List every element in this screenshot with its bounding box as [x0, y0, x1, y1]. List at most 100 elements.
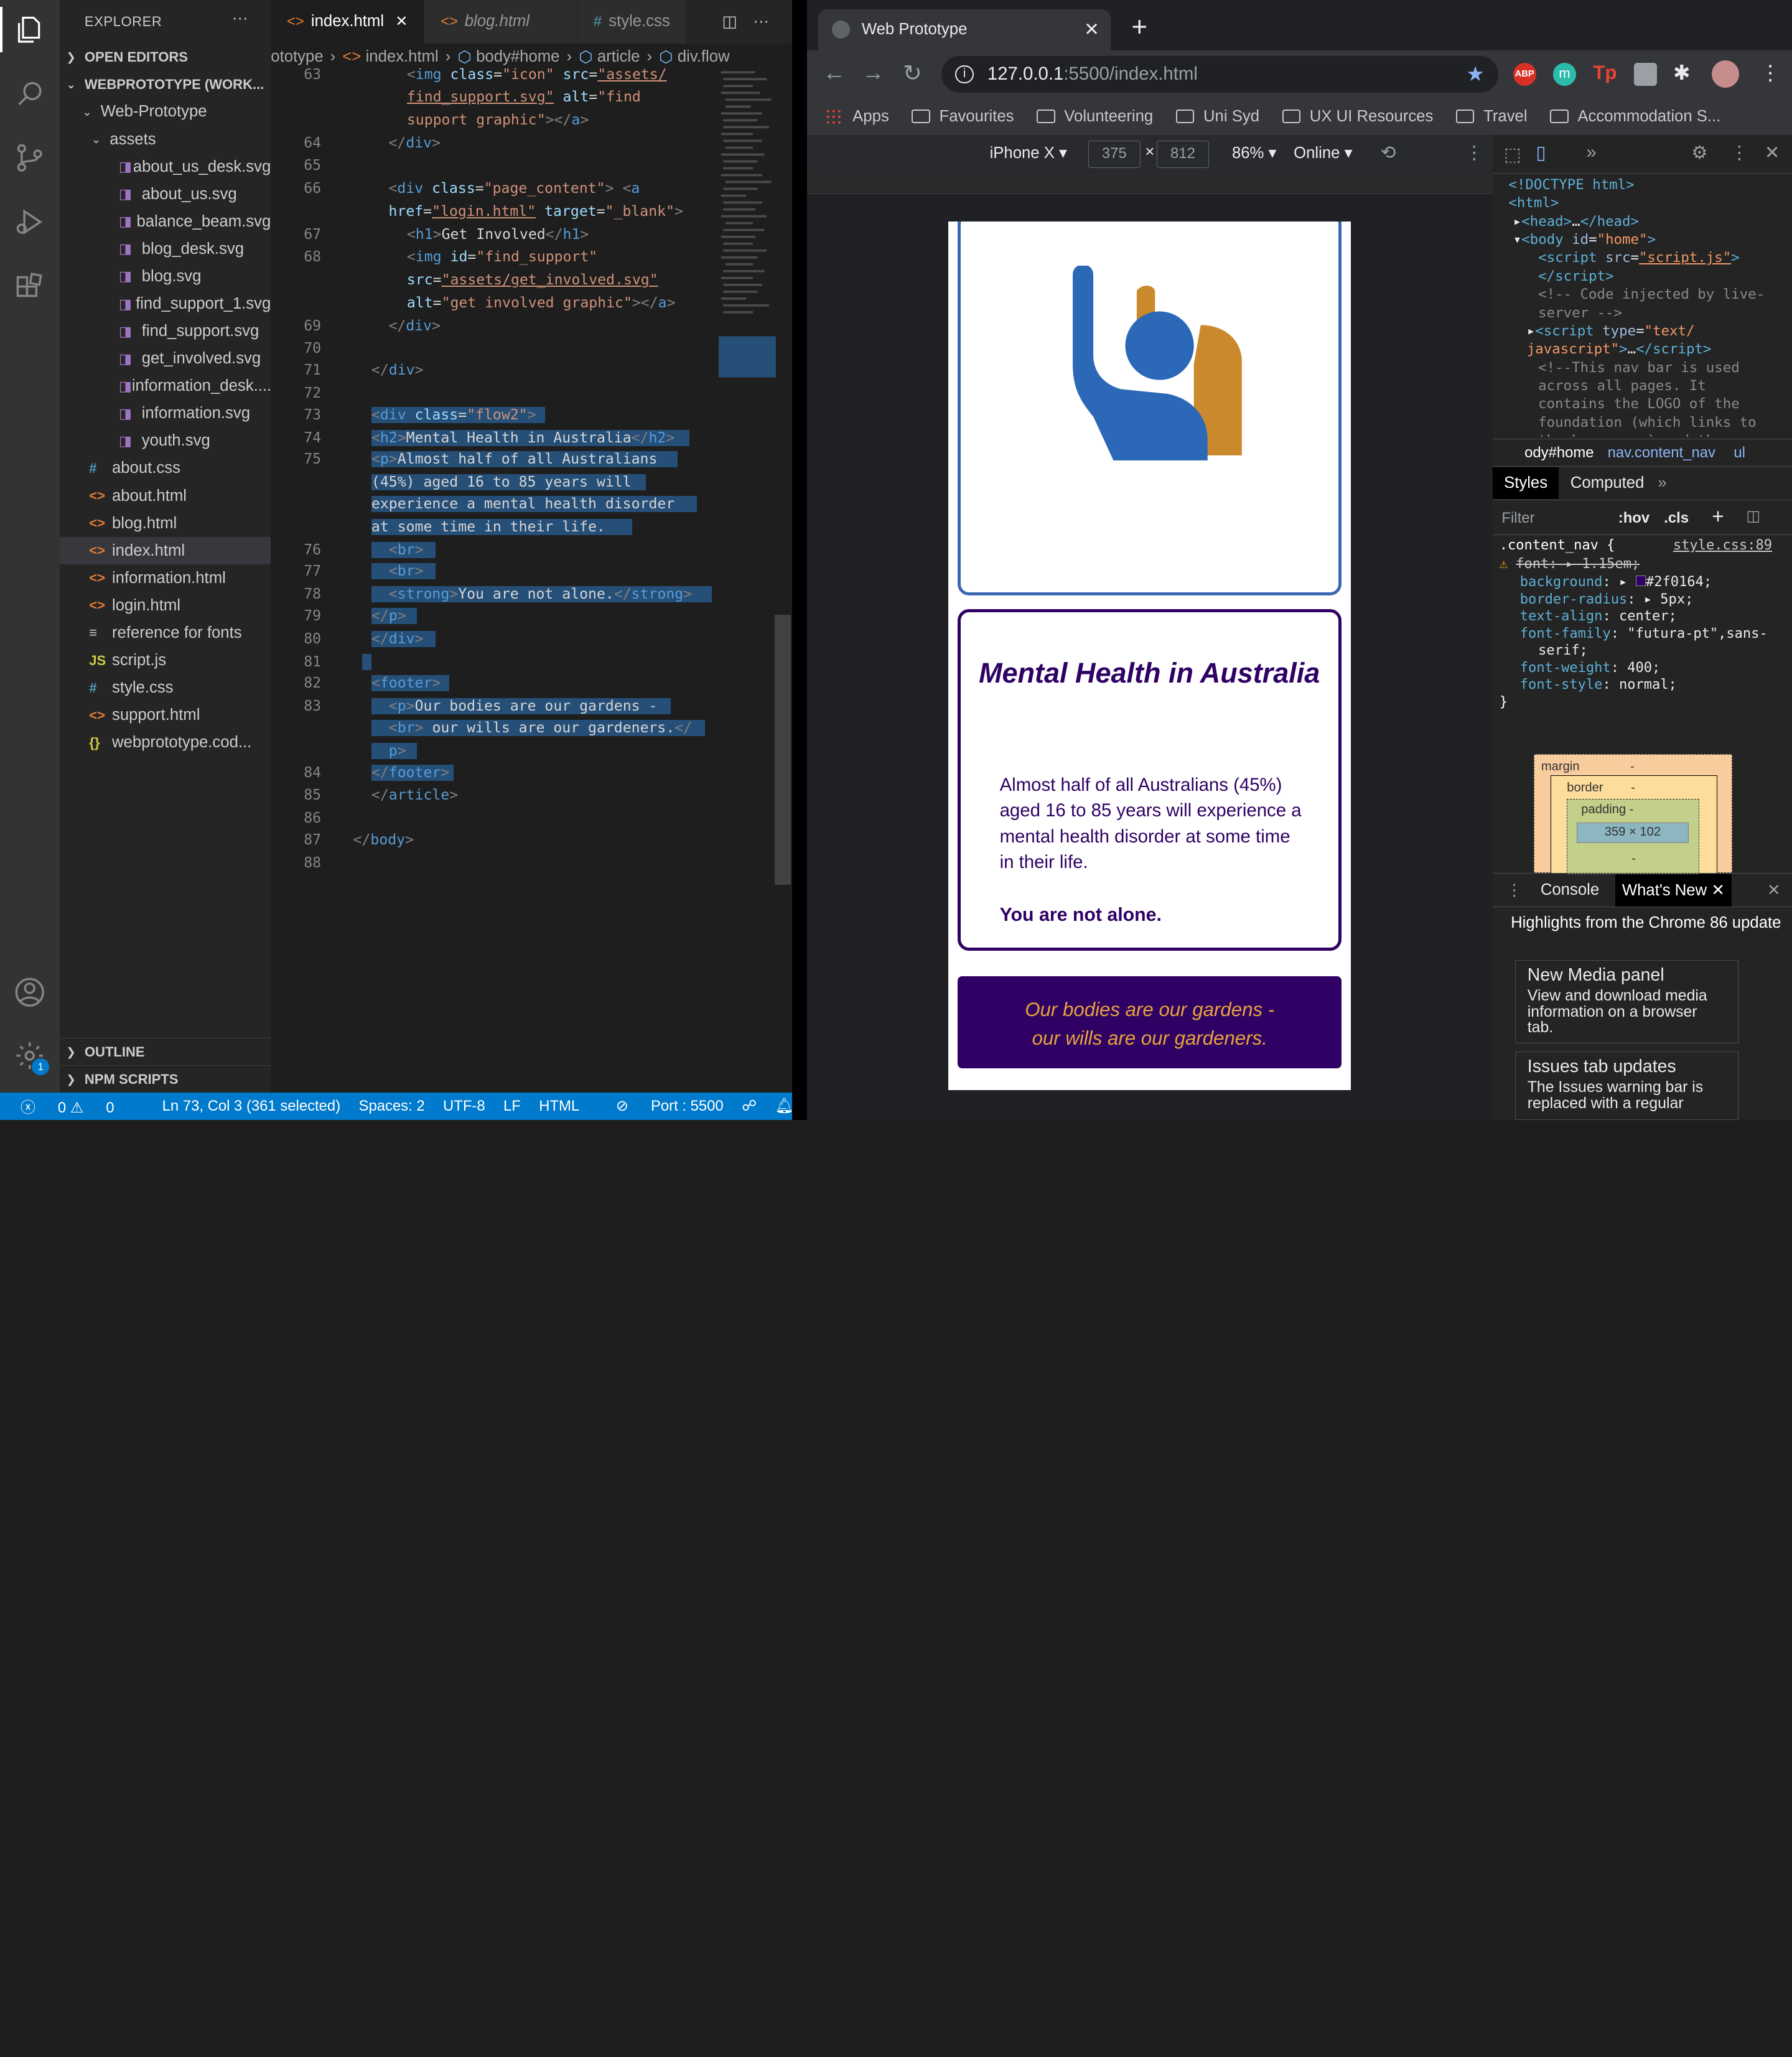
- inspect-element-icon[interactable]: ⬚: [1504, 144, 1521, 166]
- more-options-icon[interactable]: ⋮: [1730, 142, 1748, 164]
- device-select[interactable]: iPhone X ▾: [990, 144, 1067, 162]
- cls-toggle[interactable]: .cls: [1664, 510, 1689, 527]
- tree-item-file[interactable]: <> login.html: [60, 592, 271, 619]
- split-editor-icon[interactable]: ◫: [722, 12, 737, 31]
- tab-whats-new[interactable]: What's New ✕: [1615, 874, 1732, 907]
- bookmark-folder[interactable]: Volunteering: [1037, 108, 1153, 126]
- new-rule-plus-icon[interactable]: +: [1712, 505, 1724, 529]
- extension-icon[interactable]: [1634, 63, 1658, 86]
- height-input[interactable]: 812: [1156, 140, 1210, 168]
- close-tab-icon[interactable]: ✕: [1084, 19, 1099, 40]
- tab-computed[interactable]: Computed: [1570, 474, 1645, 492]
- tree-item-asset[interactable]: ◨ get_involved.svg: [60, 345, 271, 373]
- tp-extension-icon[interactable]: Tp: [1593, 62, 1617, 84]
- m-extension-icon[interactable]: m: [1553, 63, 1576, 86]
- bookmark-folder[interactable]: UX UI Resources: [1282, 108, 1433, 126]
- tab-index-html[interactable]: <> index.html ✕: [271, 0, 425, 44]
- close-drawer-icon[interactable]: ✕: [1767, 881, 1781, 900]
- workspace-section[interactable]: ⌄ WEBPROTOTYPE (WORK...: [60, 71, 271, 98]
- bookmark-apps[interactable]: Apps: [825, 108, 889, 126]
- elements-tree[interactable]: <!DOCTYPE html> <html> ▸<head>…</head> ▾…: [1493, 174, 1792, 437]
- tree-item-asset[interactable]: ◨ blog_desk.svg: [60, 235, 271, 263]
- back-arrow-icon[interactable]: ←: [823, 60, 846, 86]
- rule-source-link[interactable]: style.css:89: [1673, 537, 1772, 554]
- close-icon[interactable]: ✕: [1765, 142, 1780, 164]
- run-debug-icon[interactable]: [0, 194, 60, 249]
- tree-item-asset[interactable]: ◨ about_us_desk.svg: [60, 153, 271, 180]
- tab-style-css[interactable]: # style.css: [577, 0, 687, 44]
- width-input[interactable]: 375: [1088, 140, 1141, 168]
- live-server-port[interactable]: ⊘ Port : 5500: [598, 1097, 724, 1115]
- tab-blog-html[interactable]: <> blog.html: [424, 0, 578, 44]
- css-rules[interactable]: .content_nav { style.css:89 ⚠ font: ▸ 1.…: [1493, 537, 1792, 720]
- browser-menu-icon[interactable]: ⋮: [1760, 60, 1781, 85]
- toggle-sidebar-icon[interactable]: ◫: [1746, 507, 1760, 525]
- settings-gear-icon[interactable]: ⚙: [1691, 142, 1707, 164]
- bookmark-folder[interactable]: Favourites: [912, 108, 1014, 126]
- language-mode[interactable]: HTML: [539, 1098, 579, 1115]
- tree-item-asset[interactable]: ◨ balance_beam.svg: [60, 208, 271, 235]
- encoding[interactable]: UTF-8: [443, 1098, 485, 1115]
- adblock-extension-icon[interactable]: ABP: [1513, 63, 1536, 86]
- folder-web-prototype[interactable]: ⌄ Web-Prototype: [60, 98, 271, 126]
- network-select[interactable]: Online ▾: [1294, 144, 1352, 162]
- tree-item-file[interactable]: ≡ reference for fonts: [60, 619, 271, 646]
- tree-item-asset[interactable]: ◨ find_support_1.svg: [60, 290, 271, 317]
- address-bar[interactable]: i 127.0.0.1:5500/index.html ★: [941, 55, 1498, 93]
- tab-styles[interactable]: Styles: [1492, 467, 1559, 500]
- breadcrumb-item[interactable]: article: [597, 48, 640, 66]
- tab-console[interactable]: Console: [1541, 881, 1599, 899]
- more-options-icon[interactable]: ⋮: [1465, 142, 1483, 164]
- tree-item-asset[interactable]: ◨ information.svg: [60, 400, 271, 427]
- indentation[interactable]: Spaces: 2: [359, 1098, 425, 1115]
- bookmark-folder[interactable]: Travel: [1456, 108, 1528, 126]
- dom-crumb[interactable]: ody#home: [1524, 444, 1594, 462]
- info-icon[interactable]: i: [955, 65, 974, 84]
- bookmark-folder[interactable]: Uni Syd: [1175, 108, 1259, 126]
- filter-input[interactable]: Filter: [1501, 510, 1534, 527]
- whats-new-card[interactable]: Issues tab updates The Issues warning ba…: [1515, 1051, 1738, 1120]
- code-editor[interactable]: 63 64 65 66 67 68 69 70 71 72 73 74 75 76 77 78 79 80 81 82…: [271, 67, 719, 1095]
- more-tabs-icon[interactable]: »: [1586, 142, 1596, 163]
- open-editors-section[interactable]: ❯ OPEN EDITORS: [60, 44, 271, 71]
- whats-new-card[interactable]: New Media panel View and download media …: [1515, 959, 1738, 1044]
- more-tabs-icon[interactable]: »: [1658, 474, 1666, 492]
- outline-section[interactable]: ❯ OUTLINE: [59, 1037, 271, 1066]
- forward-arrow-icon[interactable]: →: [862, 60, 885, 86]
- cursor-position[interactable]: Ln 73, Col 3 (361 selected): [162, 1098, 341, 1115]
- problems-indicator[interactable]: ⓧ 0 ⚠ 0: [21, 1095, 114, 1117]
- tree-item-file[interactable]: JS script.js: [60, 647, 271, 674]
- new-tab-icon[interactable]: +: [1131, 13, 1147, 41]
- settings-gear-icon[interactable]: 1: [0, 1028, 60, 1083]
- extensions-icon[interactable]: [0, 261, 60, 315]
- notifications-bell-icon[interactable]: 🔔︎: [775, 1097, 794, 1115]
- dom-crumb[interactable]: ul: [1734, 444, 1745, 462]
- bookmark-folder[interactable]: Accommodation S...: [1550, 108, 1720, 126]
- rotate-icon[interactable]: ⟲: [1381, 142, 1396, 164]
- tree-item-file[interactable]: <> about.html: [60, 482, 271, 510]
- breadcrumb-item[interactable]: div.flow: [678, 48, 730, 66]
- zoom-select[interactable]: 86% ▾: [1232, 144, 1277, 162]
- tree-item-file[interactable]: <> index.html: [59, 537, 271, 565]
- breadcrumb-item[interactable]: index.html: [366, 48, 439, 66]
- browser-tab[interactable]: Web Prototype ✕: [818, 9, 1111, 50]
- npm-scripts-section[interactable]: ❯ NPM SCRIPTS: [59, 1065, 271, 1093]
- search-icon[interactable]: [0, 67, 60, 121]
- get-involved-card[interactable]: [958, 222, 1342, 595]
- tree-item-file[interactable]: # style.css: [60, 674, 271, 702]
- profile-avatar[interactable]: [1712, 60, 1740, 88]
- tree-item-asset[interactable]: ◨ about_us.svg: [60, 180, 271, 208]
- dom-crumb[interactable]: nav.content_nav: [1608, 444, 1715, 462]
- drawer-menu-icon[interactable]: ⋮: [1506, 881, 1523, 900]
- explorer-icon[interactable]: [0, 2, 60, 57]
- close-icon[interactable]: ✕: [395, 12, 408, 30]
- folder-assets[interactable]: ⌄ assets: [60, 126, 271, 153]
- tree-item-asset[interactable]: ◨ find_support.svg: [60, 318, 271, 345]
- account-icon[interactable]: [0, 964, 60, 1019]
- tree-item-asset[interactable]: ◨ information_desk....: [60, 373, 271, 400]
- breadcrumb-item[interactable]: body#home: [476, 48, 559, 66]
- tree-item-file[interactable]: <> support.html: [60, 702, 271, 729]
- breadcrumb-item[interactable]: ototype: [271, 48, 323, 66]
- more-actions-icon[interactable]: ···: [753, 12, 769, 30]
- reload-icon[interactable]: ↻: [903, 60, 922, 86]
